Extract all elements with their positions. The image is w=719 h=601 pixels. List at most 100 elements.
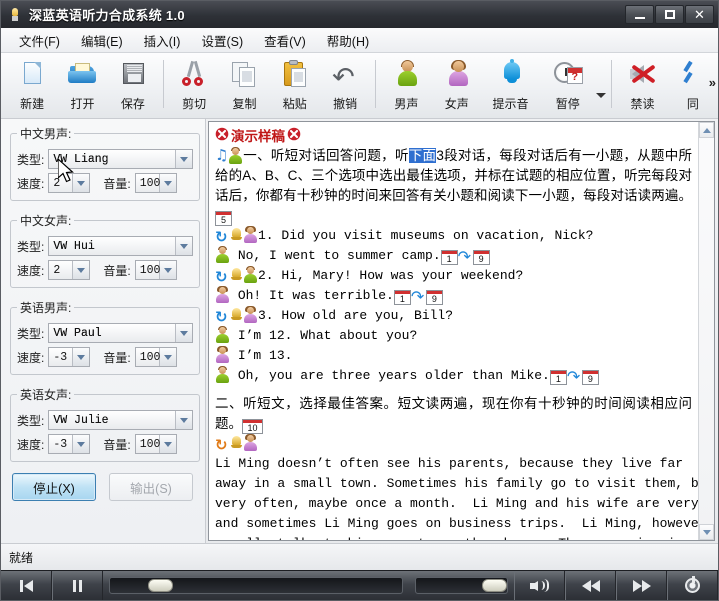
chinese-female-volume-select[interactable]: 100	[135, 260, 177, 280]
rewind-button[interactable]	[565, 571, 616, 601]
close-button[interactable]: ✕	[685, 5, 714, 24]
pause-badge[interactable]: 1	[394, 290, 411, 305]
group-english-male: 英语男声: 类型: VW Paul 速度: -3 音量:	[10, 299, 200, 375]
english-female-type-select[interactable]: VW Julie	[48, 410, 193, 430]
dialogue-line: I’m 13.	[215, 346, 692, 366]
volume-slider[interactable]	[415, 577, 508, 594]
text-editor[interactable]: 演示样稿 一、听短对话回答问题，听下面3段对话，每段对话后有一小题，从题中所给的…	[209, 122, 698, 540]
english-male-volume-select[interactable]: 100	[135, 347, 177, 367]
volume-label: 音量:	[103, 436, 130, 453]
previous-track-button[interactable]	[1, 571, 52, 601]
chevron-down-icon[interactable]	[159, 174, 176, 192]
toolbar-separator	[375, 60, 376, 108]
scroll-up-button[interactable]	[699, 122, 714, 138]
window-controls: ✕	[625, 5, 716, 24]
chinese-male-type-select[interactable]: VW Liang	[48, 149, 193, 169]
red-x-circle-icon	[287, 127, 301, 146]
body-area: 中文男声: 类型: VW Liang 速度: 2 音量:	[1, 119, 718, 543]
menu-item-settings[interactable]: 设置(S)	[191, 28, 254, 53]
selected-text[interactable]: 下面	[409, 148, 437, 163]
toolbar-button-paste[interactable]: 粘贴	[270, 57, 320, 115]
toolbar-button-new[interactable]: 新建	[7, 57, 57, 115]
repeat-icon: ↻	[215, 230, 230, 245]
toolbar-button-copy[interactable]: 复制	[219, 57, 269, 115]
menu-item-insert[interactable]: 插入(I)	[134, 28, 192, 53]
pause-badge[interactable]: 9	[473, 250, 490, 265]
pause-badge[interactable]: 5	[215, 211, 232, 226]
fast-forward-button[interactable]	[616, 571, 667, 601]
back-arrow-icon[interactable]: ↷	[458, 249, 473, 264]
chevron-down-icon[interactable]	[175, 324, 192, 342]
music-note-icon	[215, 148, 228, 163]
chevron-down-icon[interactable]	[72, 348, 89, 366]
female-speaker-icon	[243, 307, 258, 322]
chevron-down-icon[interactable]	[159, 261, 176, 279]
english-female-volume-select[interactable]: 100	[135, 434, 177, 454]
toolbar-label: 男声	[394, 95, 418, 112]
chevron-down-icon[interactable]	[159, 348, 176, 366]
pause-badge[interactable]: 9	[426, 290, 443, 305]
chinese-male-speed-select[interactable]: 2	[48, 173, 90, 193]
seek-knob[interactable]	[148, 579, 173, 592]
chinese-female-type-select[interactable]: VW Hui	[48, 236, 193, 256]
pause-badge[interactable]: 9	[582, 370, 599, 385]
stop-button[interactable]: 停止(X)	[12, 473, 96, 501]
editor-vertical-scrollbar[interactable]	[698, 122, 714, 540]
mute-button[interactable]	[514, 571, 565, 601]
chevron-down-icon[interactable]	[159, 435, 176, 453]
speed-label: 速度:	[17, 436, 44, 453]
menu-item-view[interactable]: 查看(V)	[254, 28, 317, 53]
type-label: 类型:	[17, 151, 44, 168]
chinese-female-speed-select[interactable]: 2	[48, 260, 90, 280]
menu-item-help[interactable]: 帮助(H)	[317, 28, 380, 53]
pause-dropdown-arrow-icon[interactable]	[596, 93, 606, 98]
female-speaker-icon	[215, 287, 230, 302]
chevron-down-icon[interactable]	[175, 150, 192, 168]
chevron-down-icon[interactable]	[72, 261, 89, 279]
seek-slider[interactable]	[109, 577, 403, 594]
pause-badge[interactable]: 1	[441, 250, 458, 265]
toolbar-button-female-voice[interactable]: 女声	[432, 57, 482, 115]
menu-item-file[interactable]: 文件(F)	[9, 28, 71, 53]
toolbar-label: 禁读	[631, 95, 655, 112]
mute-speaker-icon	[626, 60, 660, 91]
maximize-button[interactable]	[655, 5, 684, 24]
group-title: 英语男声:	[17, 299, 74, 316]
female-speaker-icon	[215, 347, 230, 362]
chevron-down-icon[interactable]	[175, 411, 192, 429]
toolbar-button-undo[interactable]: ↶ 撤销	[320, 57, 370, 115]
english-male-speed-select[interactable]: -3	[48, 347, 90, 367]
back-arrow-icon[interactable]: ↷	[567, 369, 582, 384]
dialogue-line: ↻2. Hi, Mary! How was your weekend?	[215, 266, 692, 286]
chevron-down-icon[interactable]	[175, 237, 192, 255]
scroll-down-button[interactable]	[699, 524, 714, 540]
english-male-type-select[interactable]: VW Paul	[48, 323, 193, 343]
english-female-speed-select[interactable]: -3	[48, 434, 90, 454]
male-voice-icon	[389, 60, 423, 91]
type-label: 类型:	[17, 238, 44, 255]
chevron-down-icon[interactable]	[72, 174, 89, 192]
toolbar-button-pause[interactable]: ? 暂停	[539, 57, 596, 115]
toolbar-button-save[interactable]: 保存	[108, 57, 158, 115]
toolbar-button-male-voice[interactable]: 男声	[381, 57, 431, 115]
selected-value: VW Hui	[53, 240, 94, 253]
toolbar-button-mute-read[interactable]: 禁读	[617, 57, 667, 115]
selected-value: VW Julie	[53, 414, 108, 427]
toolbar-overflow-chevron-icon[interactable]: »	[709, 75, 716, 90]
chinese-male-volume-select[interactable]: 100	[135, 173, 177, 193]
document-title-line: 演示样稿	[215, 127, 692, 146]
pause-badge[interactable]: 10	[242, 419, 263, 434]
speed-label: 速度:	[17, 262, 44, 279]
minimize-button[interactable]	[625, 5, 654, 24]
back-arrow-icon[interactable]: ↷	[411, 289, 426, 304]
pause-button[interactable]	[52, 571, 103, 601]
toolbar-button-open[interactable]: 打开	[57, 57, 107, 115]
pause-badge[interactable]: 1	[550, 370, 567, 385]
toolbar-button-prompt-sound[interactable]: 提示音	[482, 57, 539, 115]
chevron-down-icon[interactable]	[72, 435, 89, 453]
volume-knob[interactable]	[482, 579, 507, 592]
menu-item-edit[interactable]: 编辑(E)	[71, 28, 134, 53]
toolbar-button-cut[interactable]: 剪切	[169, 57, 219, 115]
speed-label: 速度:	[17, 175, 44, 192]
repeat-button[interactable]	[667, 571, 718, 601]
